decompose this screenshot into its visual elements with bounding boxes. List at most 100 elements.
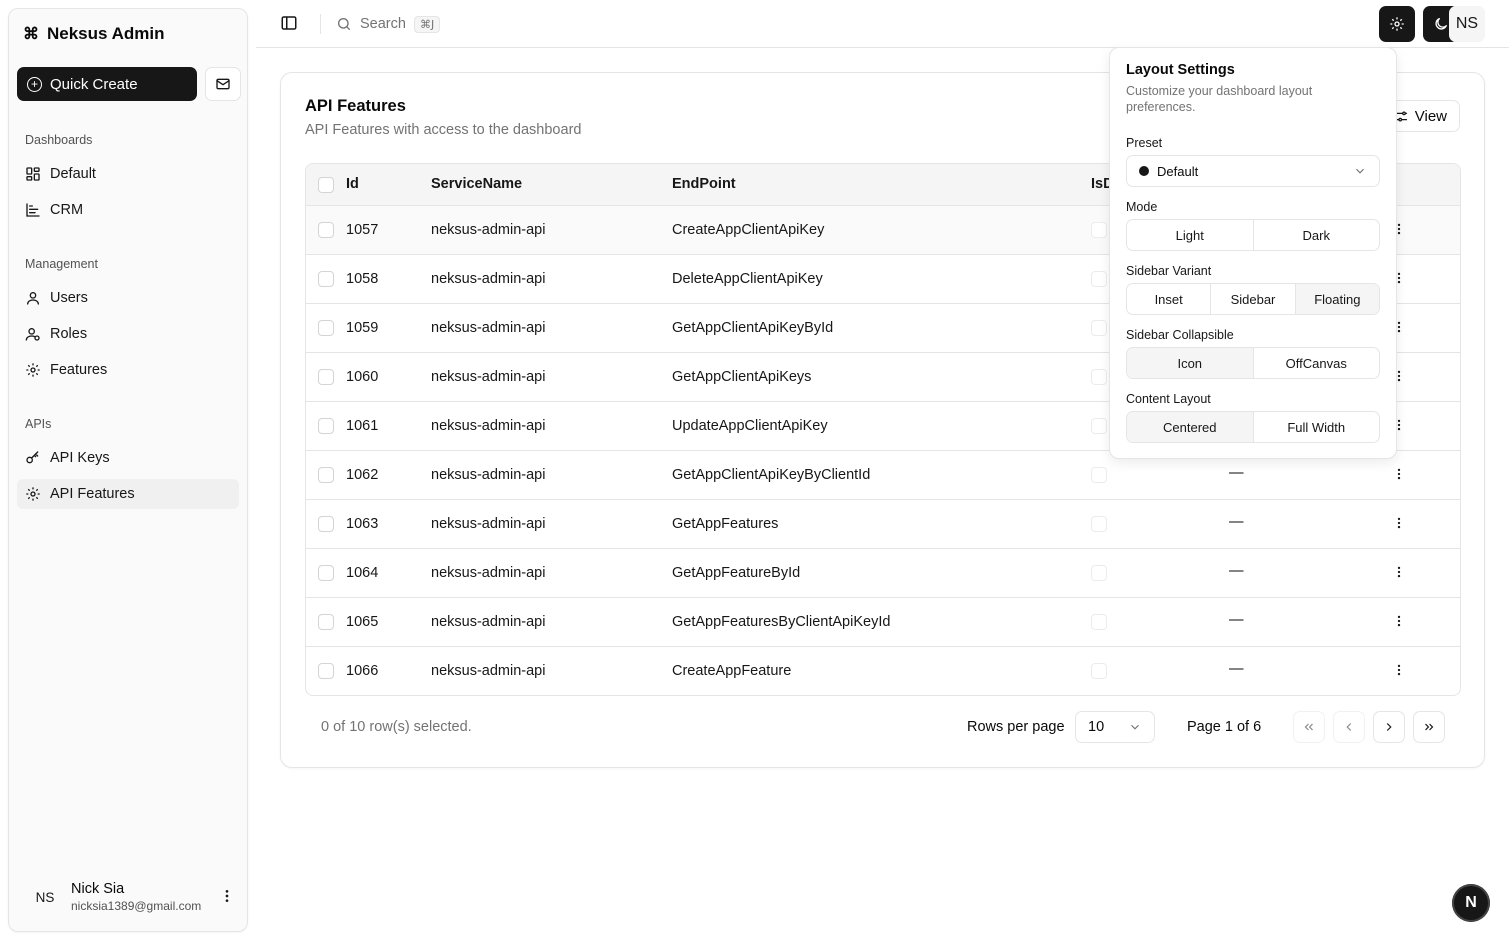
avatar: NS bbox=[35, 889, 55, 905]
framework-badge-icon[interactable]: N bbox=[1452, 884, 1490, 922]
row-actions-icon[interactable] bbox=[1392, 565, 1406, 584]
column-header-endpoint[interactable]: EndPoint bbox=[672, 176, 736, 192]
app-brand[interactable]: ⌘ Neksus Admin bbox=[23, 23, 164, 45]
cell-id: 1065 bbox=[346, 614, 379, 630]
collapsible-option-offcanvas[interactable]: OffCanvas bbox=[1252, 348, 1380, 378]
table-row[interactable]: 1064 neksus-admin-api GetAppFeatureById — bbox=[306, 549, 1460, 598]
column-header-id[interactable]: Id bbox=[346, 176, 359, 192]
cell-status: — bbox=[1229, 563, 1244, 579]
row-checkbox[interactable] bbox=[318, 467, 334, 483]
mode-option-dark[interactable]: Dark bbox=[1252, 220, 1380, 250]
search-input[interactable]: Search ⌘J bbox=[336, 12, 441, 36]
cell-isd-checkbox[interactable] bbox=[1091, 418, 1107, 434]
sidebar-item-default[interactable]: Default bbox=[17, 159, 239, 189]
row-checkbox[interactable] bbox=[318, 663, 334, 679]
row-checkbox[interactable] bbox=[318, 369, 334, 385]
cell-service: neksus-admin-api bbox=[431, 418, 546, 434]
rows-per-page-label: Rows per page bbox=[967, 719, 1065, 735]
sidebar-item-api-features[interactable]: API Features bbox=[17, 479, 239, 509]
last-page-button[interactable] bbox=[1413, 711, 1445, 743]
sidebar-item-api-keys[interactable]: API Keys bbox=[17, 443, 239, 473]
cell-service: neksus-admin-api bbox=[431, 516, 546, 532]
user-name: Nick Sia bbox=[71, 881, 125, 898]
cell-service: neksus-admin-api bbox=[431, 369, 546, 385]
quick-create-button[interactable]: + Quick Create bbox=[17, 67, 197, 101]
cell-isd-checkbox[interactable] bbox=[1091, 271, 1107, 287]
mode-toggle: Light Dark bbox=[1126, 219, 1380, 251]
cell-isd-checkbox[interactable] bbox=[1091, 320, 1107, 336]
cell-endpoint: CreateAppFeature bbox=[672, 663, 792, 679]
prev-page-button[interactable] bbox=[1333, 711, 1365, 743]
app-title: Neksus Admin bbox=[47, 24, 165, 43]
sidebar-item-users[interactable]: Users bbox=[17, 283, 239, 313]
variant-option-sidebar[interactable]: Sidebar bbox=[1210, 284, 1294, 314]
group-label-apis: APIs bbox=[25, 417, 52, 431]
more-vertical-icon[interactable] bbox=[219, 888, 235, 909]
table-row[interactable]: 1063 neksus-admin-api GetAppFeatures — bbox=[306, 500, 1460, 549]
sidebar-toggle-icon[interactable] bbox=[280, 14, 298, 37]
rows-per-page-select[interactable]: 10 bbox=[1075, 711, 1155, 743]
cell-isd-checkbox[interactable] bbox=[1091, 614, 1107, 630]
content-option-full-width[interactable]: Full Width bbox=[1252, 412, 1380, 442]
layout-settings-popover: Layout Settings Customize your dashboard… bbox=[1109, 47, 1397, 459]
sidebar-item-crm[interactable]: CRM bbox=[17, 195, 239, 225]
cell-endpoint: CreateAppClientApiKey bbox=[672, 222, 825, 238]
cell-id: 1060 bbox=[346, 369, 379, 385]
column-header-service[interactable]: ServiceName bbox=[431, 176, 522, 192]
dashboard-icon bbox=[26, 167, 40, 181]
row-checkbox[interactable] bbox=[318, 418, 334, 434]
first-page-button[interactable] bbox=[1293, 711, 1325, 743]
select-all-checkbox[interactable] bbox=[318, 177, 334, 193]
sidebar-item-label: Roles bbox=[50, 326, 88, 342]
row-checkbox[interactable] bbox=[318, 222, 334, 238]
row-actions-icon[interactable] bbox=[1392, 516, 1406, 535]
row-checkbox[interactable] bbox=[318, 271, 334, 287]
collapsible-option-icon[interactable]: Icon bbox=[1127, 348, 1253, 378]
view-label: View bbox=[1414, 107, 1447, 125]
user-profile[interactable]: NS Nick Sia nicksia1389@gmail.com bbox=[17, 877, 241, 917]
rows-per-page-value: 10 bbox=[1088, 719, 1105, 735]
search-shortcut: ⌘J bbox=[413, 15, 441, 33]
row-checkbox[interactable] bbox=[318, 565, 334, 581]
group-label-dashboards: Dashboards bbox=[25, 133, 93, 147]
group-label-management: Management bbox=[25, 257, 98, 271]
preset-select[interactable]: Default bbox=[1126, 155, 1380, 187]
quick-create-label: Quick Create bbox=[50, 75, 138, 93]
command-icon: ⌘ bbox=[23, 26, 39, 43]
row-checkbox[interactable] bbox=[318, 614, 334, 630]
search-icon bbox=[338, 18, 350, 30]
header-divider bbox=[320, 14, 321, 34]
next-page-button[interactable] bbox=[1373, 711, 1405, 743]
row-actions-icon[interactable] bbox=[1392, 663, 1406, 682]
mode-option-light[interactable]: Light bbox=[1127, 220, 1253, 250]
sidebar-item-roles[interactable]: Roles bbox=[17, 319, 239, 349]
content-option-centered[interactable]: Centered bbox=[1127, 412, 1253, 442]
cell-id: 1066 bbox=[346, 663, 379, 679]
cell-status: — bbox=[1229, 612, 1244, 628]
table-row[interactable]: 1066 neksus-admin-api CreateAppFeature — bbox=[306, 647, 1460, 695]
cell-endpoint: UpdateAppClientApiKey bbox=[672, 418, 828, 434]
cell-endpoint: GetAppFeatureById bbox=[672, 565, 801, 581]
preset-color-swatch bbox=[1139, 166, 1149, 176]
cell-isd-checkbox[interactable] bbox=[1091, 663, 1107, 679]
plus-circle-icon: + bbox=[27, 76, 42, 92]
cell-isd-checkbox[interactable] bbox=[1091, 565, 1107, 581]
row-actions-icon[interactable] bbox=[1392, 467, 1406, 486]
sidebar-item-label: CRM bbox=[50, 202, 84, 218]
cell-service: neksus-admin-api bbox=[431, 614, 546, 630]
variant-option-inset[interactable]: Inset bbox=[1127, 284, 1210, 314]
row-actions-icon[interactable] bbox=[1392, 614, 1406, 633]
cell-isd-checkbox[interactable] bbox=[1091, 369, 1107, 385]
inbox-button[interactable] bbox=[205, 67, 241, 101]
table-row[interactable]: 1065 neksus-admin-api GetAppFeaturesByClie… bbox=[306, 598, 1460, 647]
cell-isd-checkbox[interactable] bbox=[1091, 467, 1107, 483]
user-cog-icon bbox=[25, 328, 40, 341]
row-checkbox[interactable] bbox=[318, 516, 334, 532]
avatar[interactable]: NS bbox=[1449, 6, 1485, 42]
variant-option-floating[interactable]: Floating bbox=[1294, 284, 1379, 314]
sidebar-item-features[interactable]: Features bbox=[17, 355, 239, 385]
layout-settings-button[interactable] bbox=[1379, 6, 1415, 42]
cell-isd-checkbox[interactable] bbox=[1091, 516, 1107, 532]
row-checkbox[interactable] bbox=[318, 320, 334, 336]
cell-isd-checkbox[interactable] bbox=[1091, 222, 1107, 238]
